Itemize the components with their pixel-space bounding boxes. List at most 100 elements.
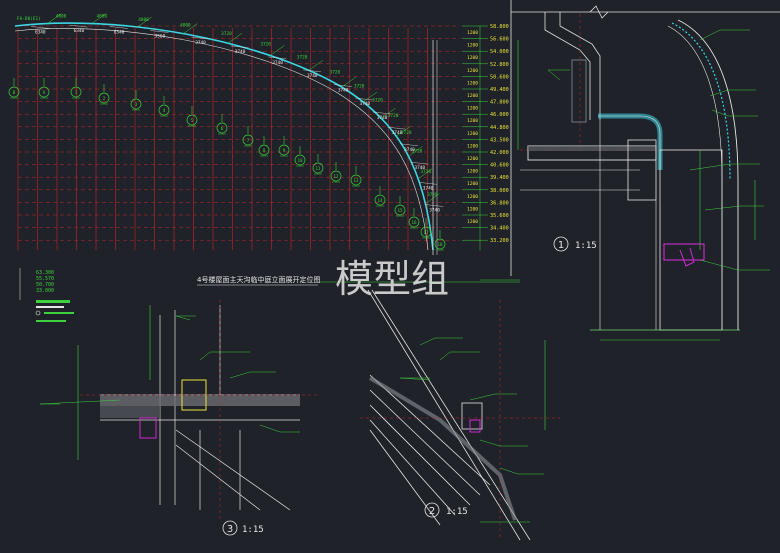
arc-dim: 3740 <box>414 165 425 171</box>
annotation-leader <box>499 467 519 475</box>
detail-1-scale-label: 1 1:15 <box>553 236 597 252</box>
level-value: 36.800 <box>490 200 509 206</box>
axis-marker-label: 12 <box>333 174 339 179</box>
annotation-leader <box>711 109 729 117</box>
level-value: 43.500 <box>490 137 509 143</box>
arc-dim: 6340 <box>35 29 46 35</box>
level-value: 42.000 <box>490 150 509 156</box>
detail-2-scale: 1:15 <box>446 507 468 517</box>
annotation-leader <box>469 393 496 401</box>
cad-drawing-canvas: FA-D8(E1) 4800 4800 4800 4800 3720 3720 3720 372… <box>0 0 780 553</box>
arc-dim: 3740 <box>338 88 349 94</box>
axis-marker: 14 <box>374 186 386 207</box>
axis-marker: 3 <box>130 90 142 111</box>
level-value: 54.000 <box>490 49 509 55</box>
arc-dim: 3740 <box>377 115 388 121</box>
arc-dim-line <box>30 26 50 29</box>
axis-marker-label: 14 <box>377 198 383 203</box>
axis-marker: 6 <box>216 114 228 135</box>
arc-dim-line <box>109 26 128 29</box>
annotation-leader <box>419 337 436 346</box>
axis-marker: 16 <box>408 208 420 229</box>
axis-marker: 4 <box>158 96 170 117</box>
level-dim: 1200 <box>467 106 478 112</box>
leader-line <box>270 45 285 56</box>
level-value: 34.400 <box>490 226 509 232</box>
detail-3-scale: 1:15 <box>242 525 264 535</box>
annotation-leader <box>699 259 739 271</box>
panel-borders <box>510 0 780 276</box>
arc-dim: 3740 <box>359 101 370 107</box>
level-dim: 1200 <box>467 131 478 137</box>
roof-gutter-arc <box>14 22 434 251</box>
level-dim: 1200 <box>467 219 478 225</box>
level-dim: 1200 <box>467 194 478 200</box>
level-dim: 1200 <box>467 143 478 149</box>
annotation-leader <box>229 371 251 379</box>
annotation-leader <box>439 351 451 361</box>
elevation-level-column: 58.800 56.600 54.000 52.800 50.600 49.400 47.8… <box>462 24 509 250</box>
annotation-leader <box>547 69 561 81</box>
elevation-legend: 63.30055.57050.70033.000 <box>19 268 74 322</box>
detail-2-section: 2 1:15 <box>360 279 560 541</box>
arc-dim-line <box>425 204 444 207</box>
detail-1-section: 1 1:15 <box>517 12 770 341</box>
axis-marker-label: A <box>43 90 46 95</box>
arc-dim: 3740 <box>235 49 246 55</box>
arc-label: FA-D8(E1) <box>17 16 41 22</box>
arc-label: 3720 <box>427 192 438 198</box>
drawing-svg: FA-D8(E1)4800 480048004800372037203720372… <box>8 0 780 541</box>
level-value: 44.800 <box>490 125 509 131</box>
level-value: 39.400 <box>490 175 509 181</box>
annotation-leader <box>479 439 501 447</box>
axis-marker: 2 <box>98 84 110 105</box>
level-value: 40.600 <box>490 163 509 169</box>
annotation-leader <box>399 377 431 381</box>
level-value: 33.200 <box>490 238 509 244</box>
detail-3-scale-label: 3 1:15 <box>222 520 264 536</box>
arc-label: 3720 <box>297 55 308 61</box>
axis-marker-label: 17 <box>423 230 429 235</box>
level-dim: 1200 <box>467 118 478 124</box>
axis-marker: 12 <box>330 162 342 183</box>
axis-marker-label: B <box>13 90 16 95</box>
level-dim: 1200 <box>467 55 478 61</box>
level-dim: 1200 <box>467 156 478 162</box>
elevation-axis-markers: B A 12345678 9101112131415161718 <box>8 78 446 251</box>
elevation-title: 4号楼屋面主天沟临中庭立面展开定位图 <box>197 275 320 284</box>
watermark-text: 模型组 <box>335 257 449 301</box>
arc-dim: 3740 <box>423 185 434 191</box>
level-value: 56.600 <box>490 37 509 43</box>
elevation-vertical-grid <box>17 28 428 250</box>
axis-marker-label: 4 <box>163 108 166 113</box>
arc-dim: 6340 <box>74 28 85 34</box>
axis-marker-label: 1 <box>75 90 78 95</box>
level-dim: 1200 <box>467 93 478 99</box>
arc-dim: 3740 <box>429 208 440 214</box>
annotation-leader <box>199 351 211 361</box>
axis-marker: 15 <box>394 196 406 217</box>
axis-marker-label: 15 <box>397 208 403 213</box>
annotation-leader <box>259 424 281 433</box>
level-dim: 1200 <box>467 43 478 49</box>
arc-dim: 3740 <box>272 60 283 66</box>
axis-marker-label: 3 <box>135 102 138 107</box>
axis-marker: 9 <box>278 136 290 157</box>
arc-label: 3720 <box>354 84 365 90</box>
axis-marker-label: 13 <box>353 178 359 183</box>
annotation-leader <box>689 163 731 171</box>
arc-dim-line <box>410 161 429 165</box>
leader-line <box>308 60 323 71</box>
axis-marker: 8 <box>258 136 270 157</box>
level-value: 38.000 <box>490 188 509 194</box>
level-value: 50.600 <box>490 74 509 80</box>
detail-1-number: 1 <box>558 240 564 251</box>
level-value: 47.800 <box>490 100 509 106</box>
level-dim: 1200 <box>467 169 478 175</box>
axis-marker: 7 <box>242 126 254 147</box>
axis-marker: 1 <box>70 78 82 99</box>
level-value: 52.800 <box>490 62 509 68</box>
detail-3-number: 3 <box>227 524 233 535</box>
axis-marker: 11 <box>312 154 324 175</box>
axis-marker: 13 <box>350 166 362 187</box>
